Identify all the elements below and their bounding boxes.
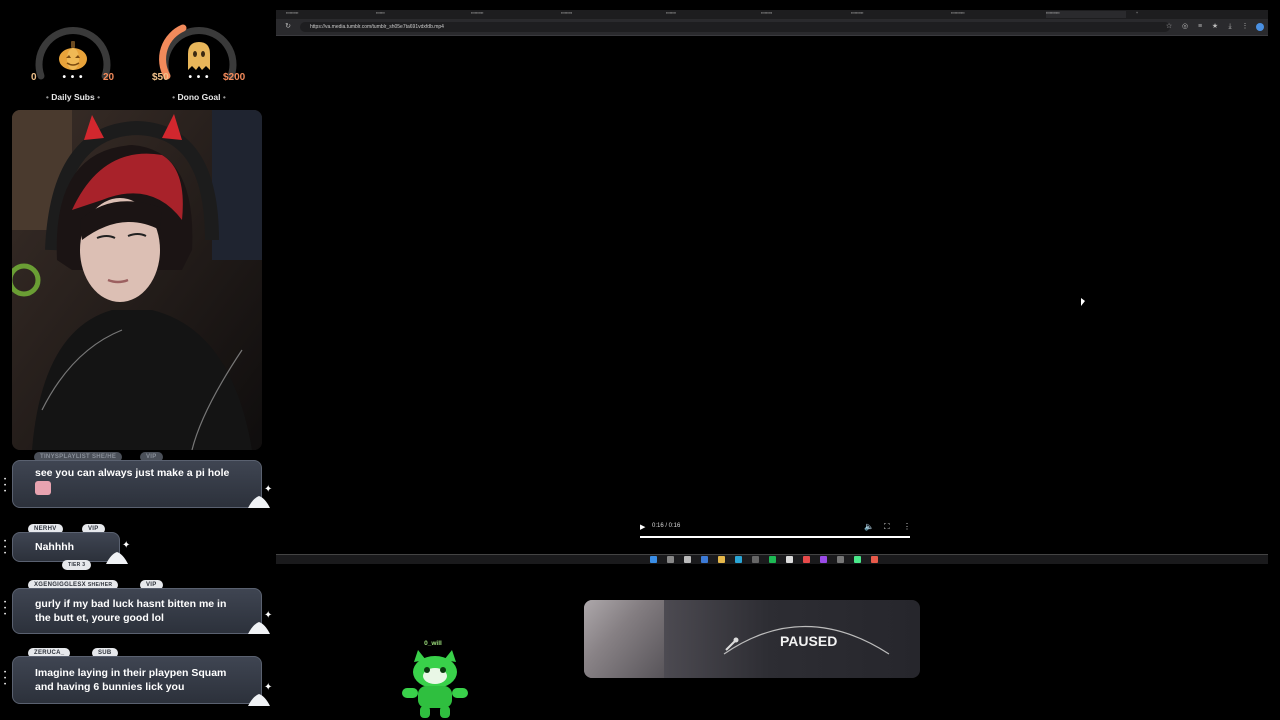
volume-icon[interactable]: 🔈 <box>864 522 874 531</box>
taskbar <box>276 554 1268 564</box>
mascot-name: 0_will <box>424 640 442 647</box>
chat-message: NERHV VIP Nahhhh TIER 3 • • • ✦ <box>0 522 140 572</box>
app-icon[interactable] <box>752 556 759 563</box>
browser-tab[interactable]: ▪▪▪▪▪▪▪▪▪▪▪ <box>951 11 1031 18</box>
more-options-icon[interactable]: ⋮ <box>903 522 911 531</box>
app-icon[interactable] <box>871 556 878 563</box>
sparkle-icon: ✦ <box>264 610 273 621</box>
browser-tab[interactable]: ▪▪▪▪▪▪▪ <box>376 11 446 18</box>
bookmarks-icon[interactable]: ★ <box>1211 23 1219 31</box>
browser-tab-strip: ▪▪▪▪▪▪▪▪▪▪ ▪▪▪▪▪▪▪ ▪▪▪▪▪▪▪▪▪▪ ▪▪▪▪▪▪▪▪▪ … <box>276 10 1268 19</box>
fullscreen-icon[interactable]: ⛶ <box>884 522 890 532</box>
bookmark-star-icon[interactable]: ☆ <box>1165 23 1173 31</box>
lotus-icon <box>106 552 128 564</box>
streamer-webcam-image <box>12 110 262 450</box>
video-viewport[interactable]: ▶ 0:16 / 0:16 🔈 ⛶ ⋮ <box>276 36 1268 554</box>
task-view-icon[interactable] <box>684 556 691 563</box>
browser-window: ▪▪▪▪▪▪▪▪▪▪ ▪▪▪▪▪▪▪ ▪▪▪▪▪▪▪▪▪▪ ▪▪▪▪▪▪▪▪▪ … <box>276 10 1268 564</box>
lotus-icon <box>248 694 270 706</box>
address-bar[interactable]: https://va.media.tumblr.com/tumblr_sh05e… <box>300 22 1170 32</box>
browser-tab[interactable]: ▪▪▪▪▪▪▪▪▪▪ <box>471 11 541 18</box>
chat-bubble: gurly if my bad luck hasnt bitten me in … <box>12 588 262 634</box>
browser-tab[interactable]: ▪▪▪▪▪▪▪▪▪▪ <box>851 11 921 18</box>
spotify-icon[interactable] <box>769 556 776 563</box>
chat-bubble: Nahhhh <box>12 532 120 562</box>
chat-message-text: gurly if my bad luck hasnt bitten me in … <box>35 598 227 624</box>
pig-emote-icon <box>35 481 51 495</box>
dono-goal-label: • Dono Goal • <box>172 92 226 102</box>
chat-bubble: Imagine laying in their playpen Squam an… <box>12 656 262 704</box>
reload-icon[interactable]: ↻ <box>284 23 292 31</box>
search-icon[interactable] <box>667 556 674 563</box>
video-progress-fill <box>640 536 910 538</box>
video-controls: ▶ 0:16 / 0:16 🔈 ⛶ ⋮ <box>638 517 914 539</box>
profile-avatar[interactable] <box>1256 23 1264 31</box>
chat-message: TINYSPLAYLIST SHE/HE VIP see you can alw… <box>0 450 280 520</box>
dono-goal-max: $200 <box>223 72 246 83</box>
chat-dots-decoration: • • • <box>4 477 7 495</box>
edge-icon[interactable] <box>701 556 708 563</box>
start-icon[interactable] <box>650 556 657 563</box>
browser-tab-active[interactable]: ▪▪▪▪▪▪▪▪▪▪▪ <box>1046 11 1126 18</box>
chat-dots-decoration: • • • <box>4 600 7 618</box>
chat-message-text: see you can always just make a pi hole <box>35 467 230 479</box>
browser-toolbar: ↻ https://va.media.tumblr.com/tumblr_sh0… <box>276 19 1268 36</box>
mouse-cursor <box>1081 298 1085 306</box>
chat-dots-decoration: • • • <box>4 539 7 557</box>
webcam-feed <box>12 110 262 450</box>
daily-subs-goal: 0 • • • 20 • Daily Subs • <box>13 12 133 104</box>
chat-bubble: see you can always just make a pi hole <box>12 460 262 508</box>
daily-subs-dots: • • • <box>62 72 84 83</box>
browser-tab[interactable]: ▪▪▪▪▪▪▪▪▪ <box>561 11 631 18</box>
video-time: 0:16 / 0:16 <box>652 523 681 529</box>
dono-goal: $50 • • • $200 • Dono Goal • <box>139 12 259 104</box>
chat-message-text: Imagine laying in their playpen Squam an… <box>35 667 227 693</box>
downloads-icon[interactable]: ⤓ <box>1226 23 1234 31</box>
new-tab-icon[interactable]: + <box>1136 11 1144 18</box>
paused-label: PAUSED <box>780 633 838 649</box>
video-progress-bar[interactable] <box>640 536 910 538</box>
reading-list-icon[interactable]: ≡ <box>1196 23 1204 31</box>
app-icon[interactable] <box>837 556 844 563</box>
menu-icon[interactable]: ⋮ <box>1241 23 1249 31</box>
app-icon[interactable] <box>735 556 742 563</box>
album-art <box>584 600 664 678</box>
daily-subs-max: 20 <box>103 72 115 83</box>
extension-icon[interactable]: ◎ <box>1181 23 1189 31</box>
app-icon[interactable] <box>820 556 827 563</box>
pumpkin-icon <box>59 41 87 70</box>
ghost-icon <box>188 42 210 70</box>
app-icon[interactable] <box>854 556 861 563</box>
browser-tab[interactable]: ▪▪▪▪▪▪▪▪▪▪ <box>286 11 356 18</box>
chat-message: XGENGIGGLESX SHE/HER VIP gurly if my bad… <box>0 578 280 638</box>
paused-overlay: PAUSED <box>584 600 920 678</box>
browser-tab[interactable]: ▪▪▪▪▪▪▪▪▪ <box>761 11 831 18</box>
app-icon[interactable] <box>786 556 793 563</box>
lotus-icon <box>248 622 270 634</box>
sparkle-icon: ✦ <box>264 682 273 693</box>
app-icon[interactable] <box>803 556 810 563</box>
chat-message: ZERUCA_ SUB Imagine laying in their play… <box>0 646 280 716</box>
green-cat-mascot-icon <box>402 650 468 718</box>
play-icon[interactable]: ▶ <box>640 523 645 531</box>
daily-subs-label: • Daily Subs • <box>45 92 101 102</box>
chat-dots-decoration: • • • <box>4 670 7 688</box>
chat-badge-tier: TIER 3 <box>62 560 92 570</box>
chat-message-text: Nahhhh <box>35 541 75 553</box>
sparkle-icon: ✦ <box>264 484 273 495</box>
sparkle-icon: ✦ <box>122 540 131 551</box>
browser-tab[interactable]: ▪▪▪▪▪▪▪▪ <box>666 11 736 18</box>
file-explorer-icon[interactable] <box>718 556 725 563</box>
lotus-icon <box>248 496 270 508</box>
